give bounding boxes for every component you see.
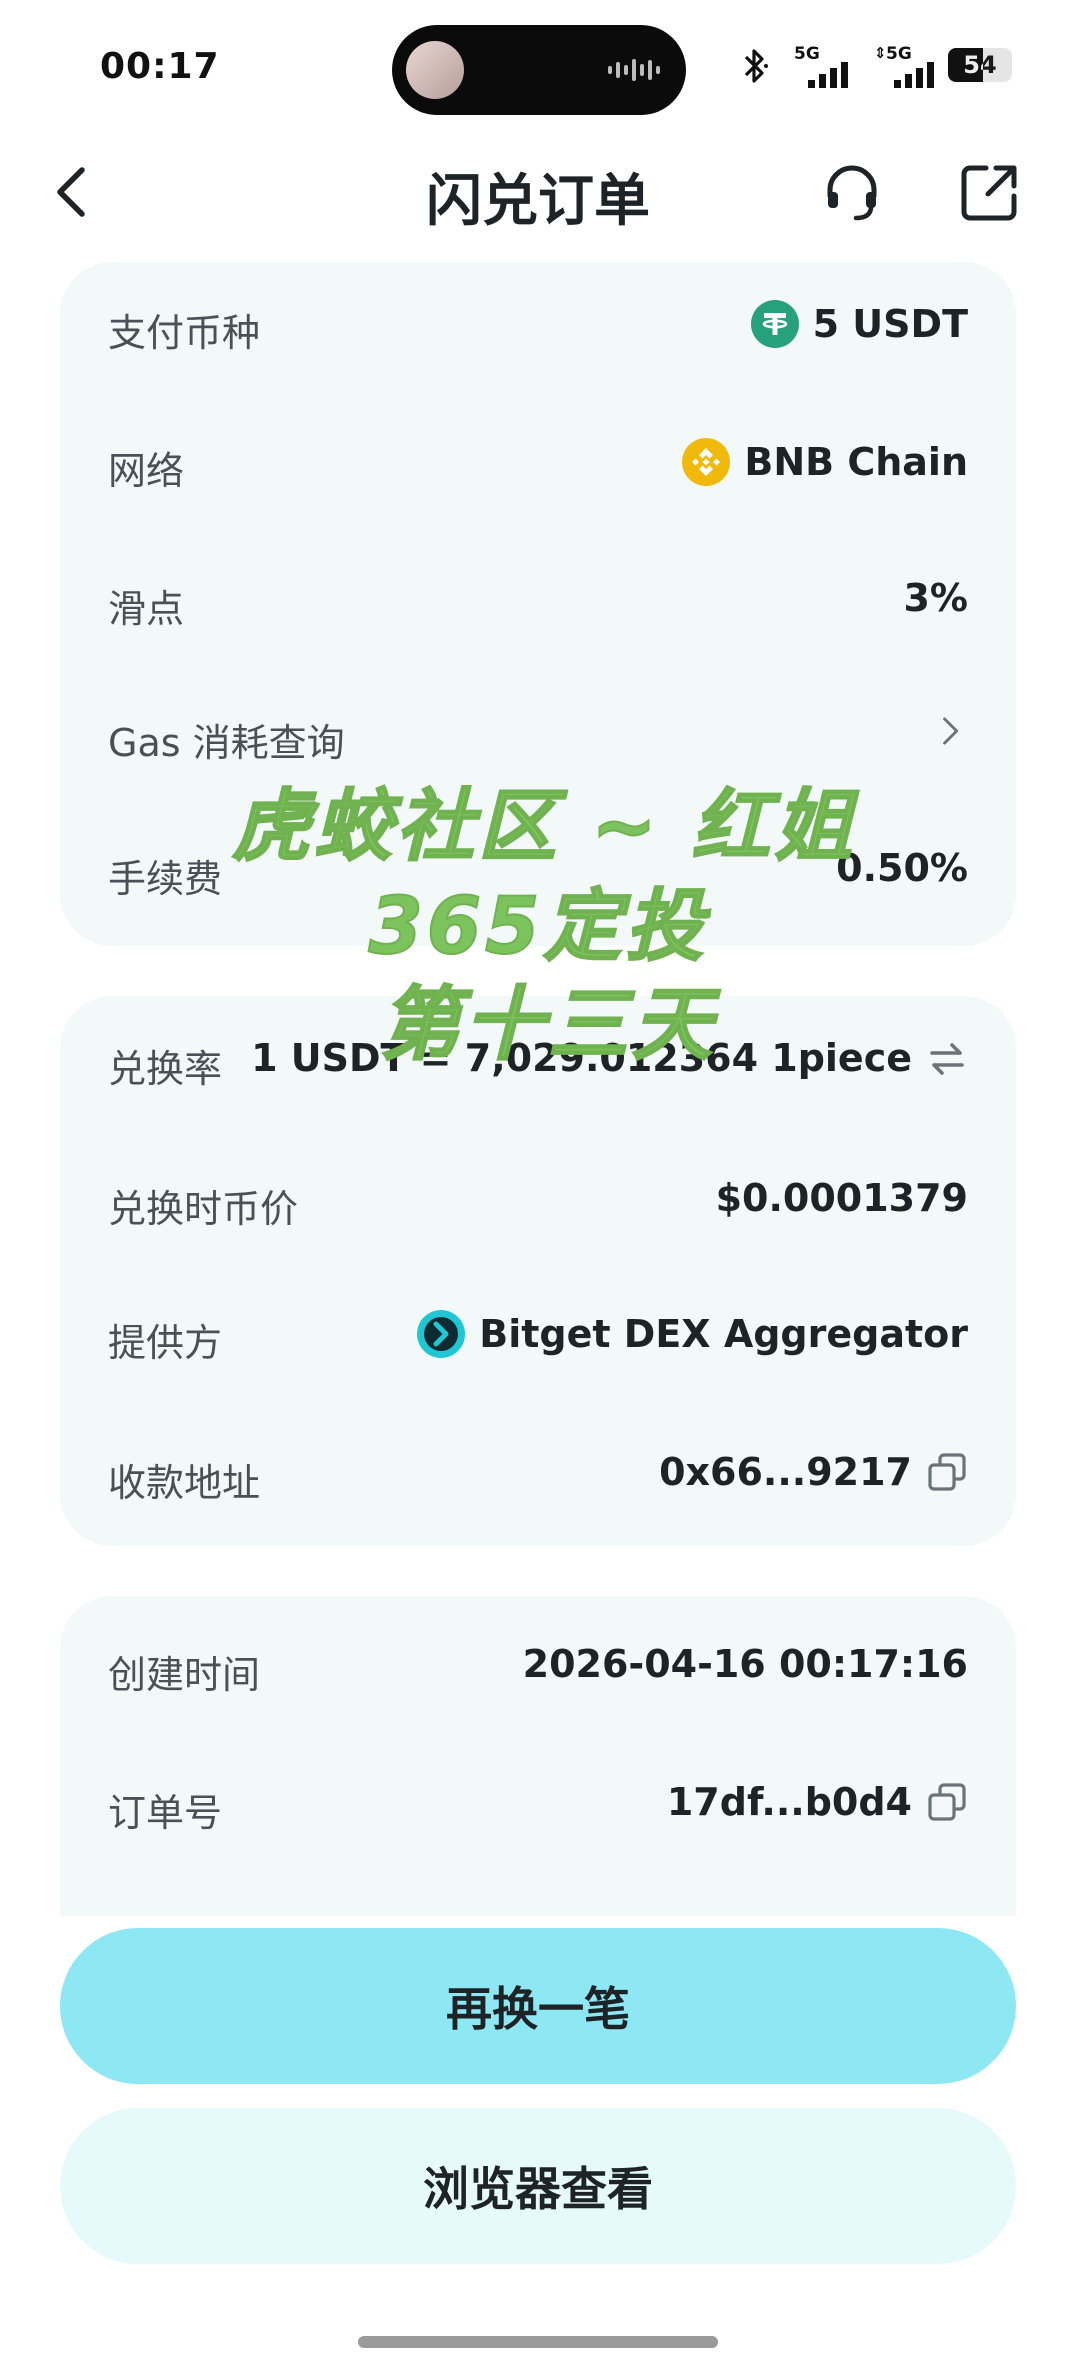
tether-icon (750, 300, 799, 348)
signal-2-icon: ⇕ 5G (874, 44, 940, 88)
order-info-card: 创建时间 2026-04-16 00:17:16 订单号 17df...b0d4 (60, 1596, 1016, 1916)
bitget-icon (417, 1310, 466, 1358)
battery-percent: 54 (963, 51, 997, 79)
page-title: 闪兑订单 (426, 169, 650, 234)
share-icon[interactable] (958, 160, 1022, 224)
receive-address-value: 0x66...9217 (659, 1450, 912, 1494)
provider-row: 提供方 Bitget DEX Aggregator (60, 1296, 1016, 1376)
chevron-right-icon[interactable] (934, 710, 968, 752)
provider-label: 提供方 (108, 1321, 223, 1365)
customer-support-icon[interactable] (820, 160, 884, 224)
pay-currency-value: 5 USDT (812, 302, 968, 346)
bluetooth-icon (744, 49, 768, 83)
slippage-value: 3% (903, 576, 968, 620)
slippage-label: 滑点 (108, 587, 185, 631)
now-playing-avatar (406, 41, 464, 99)
provider-value-group: Bitget DEX Aggregator (417, 1310, 968, 1358)
network-row: 网络 BNB Chain (60, 424, 1016, 504)
created-time-row: 创建时间 2026-04-16 00:17:16 (60, 1628, 1016, 1708)
created-time-value: 2026-04-16 00:17:16 (522, 1642, 968, 1686)
status-icons: 5G ⇕ 5G 54 (742, 44, 1012, 96)
receive-address-label: 收款地址 (108, 1461, 261, 1505)
exchange-info-card: 兑换率 1 USDT = 7,029.012364 1piece 兑换时币价 $… (60, 996, 1016, 1546)
network-type-1: 5G (794, 44, 820, 64)
gas-query-chevron-group (934, 710, 968, 752)
audio-wave-icon (608, 59, 660, 81)
created-time-label: 创建时间 (108, 1653, 261, 1697)
slippage-row: 滑点 3% (60, 562, 1016, 642)
provider-value: Bitget DEX Aggregator (479, 1312, 968, 1356)
order-id-value: 17df...b0d4 (666, 1780, 912, 1824)
pay-currency-value-group: 5 USDT (750, 300, 968, 348)
view-in-explorer-button[interactable]: 浏览器查看 (60, 2108, 1016, 2264)
status-time: 00:17 (100, 46, 220, 87)
network-value: BNB Chain (744, 440, 968, 484)
bnb-icon (682, 438, 731, 486)
copy-icon[interactable] (926, 1781, 968, 1823)
order-id-row: 订单号 17df...b0d4 (60, 1766, 1016, 1846)
home-indicator[interactable] (358, 2336, 718, 2348)
copy-icon[interactable] (926, 1451, 968, 1493)
swap-again-button[interactable]: 再换一笔 (60, 1928, 1016, 2084)
price-row: 兑换时币价 $0.0001379 (60, 1162, 1016, 1242)
gas-query-label: Gas 消耗查询 (108, 721, 345, 765)
network-value-group: BNB Chain (682, 438, 968, 486)
receive-address-row: 收款地址 0x66...9217 (60, 1436, 1016, 1516)
network-label: 网络 (108, 449, 185, 493)
battery-icon: 54 (948, 48, 1012, 82)
price-value: $0.0001379 (715, 1176, 968, 1220)
price-label: 兑换时币价 (108, 1187, 299, 1231)
pay-currency-label: 支付币种 (108, 311, 261, 355)
watermark-line-1: 虎蛟社区 ~ 红姐 (231, 781, 856, 873)
signal-1-icon: 5G (794, 44, 854, 88)
network-type-2: 5G (886, 44, 912, 64)
pay-currency-row: 支付币种 5 USDT (60, 286, 1016, 366)
status-bar: 00:17 5G ⇕ 5G 54 (0, 0, 1076, 140)
order-id-label: 订单号 (108, 1791, 223, 1835)
nav-bar: 闪兑订单 (0, 140, 1076, 252)
receive-address-value-group: 0x66...9217 (659, 1450, 968, 1494)
watermark-line-3: 第十三天 (379, 977, 716, 1072)
dynamic-island[interactable] (392, 25, 686, 115)
order-id-value-group: 17df...b0d4 (667, 1780, 968, 1824)
